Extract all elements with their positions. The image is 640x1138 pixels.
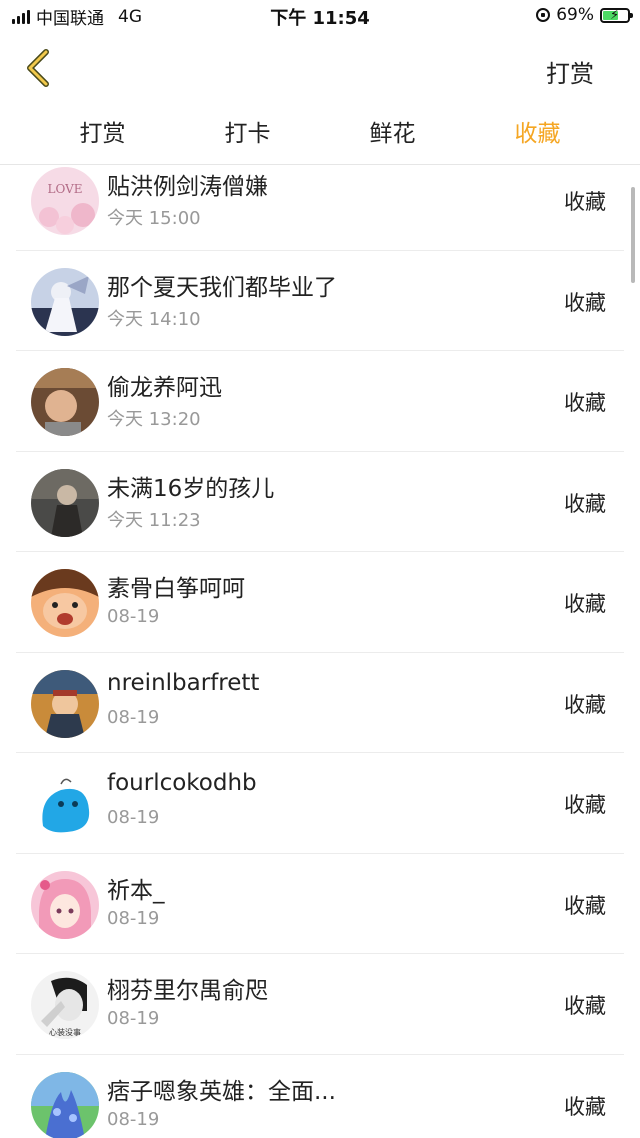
reward-button[interactable]: 打赏 <box>546 54 594 89</box>
charging-icon: ⚡ <box>610 7 620 23</box>
back-button[interactable] <box>18 46 62 90</box>
list-item[interactable]: fourlcokodhb 08-19 收藏 <box>16 753 624 854</box>
avatar[interactable] <box>31 1071 99 1138</box>
item-time: 08-19 <box>107 807 160 828</box>
favorite-action[interactable]: 收藏 <box>564 990 606 1020</box>
list-item[interactable]: LOVE 贴洪例剑涛僧嫌 今天 15:00 收藏 <box>16 165 624 251</box>
list-item[interactable]: 偷龙养阿迅 今天 13:20 收藏 <box>16 351 624 452</box>
avatar-logo-text: LOVE <box>47 182 82 196</box>
item-time: 今天 14:10 <box>107 308 201 330</box>
avatar[interactable]: 心装没事 <box>31 971 99 1039</box>
item-time: 今天 15:00 <box>107 208 201 229</box>
list-item[interactable]: 那个夏天我们都毕业了 今天 14:10 收藏 <box>16 251 624 351</box>
item-time: 08-19 <box>107 606 160 627</box>
avatar-caption-text: 心装没事 <box>49 1027 81 1037</box>
favorite-action[interactable]: 收藏 <box>564 1091 606 1121</box>
favorite-action[interactable]: 收藏 <box>564 689 606 719</box>
favorite-action[interactable]: 收藏 <box>564 588 606 618</box>
avatar[interactable] <box>31 569 99 637</box>
tab-favorites[interactable]: 收藏 <box>465 104 610 164</box>
favorite-action[interactable]: 收藏 <box>564 387 606 417</box>
tab-reward[interactable]: 打赏 <box>30 104 175 164</box>
avatar[interactable] <box>31 468 99 537</box>
item-name: 偷龙养阿迅 <box>107 375 222 401</box>
item-time: 今天 11:23 <box>107 509 201 531</box>
list-item[interactable]: 痞子嗯象英雄：全面... 08-19 收藏 <box>16 1055 624 1138</box>
list-item[interactable]: 心装没事 栩芬里尔禺俞咫 08-19 收藏 <box>16 954 624 1055</box>
scrollbar[interactable] <box>631 187 635 283</box>
chevron-left-icon <box>27 49 49 87</box>
item-time: 08-19 <box>107 907 160 929</box>
favorite-action[interactable]: 收藏 <box>564 890 606 920</box>
status-bar: 中国联通 4G 下午 11:54 69% ⚡ <box>0 0 640 34</box>
item-name: 栩芬里尔禺俞咫 <box>107 978 268 1004</box>
avatar[interactable] <box>31 669 99 738</box>
tab-bar: 打赏 打卡 鲜花 收藏 <box>0 104 640 165</box>
item-name: 贴洪例剑涛僧嫌 <box>107 174 268 200</box>
battery-icon: ⚡ <box>600 7 633 23</box>
status-right: 69% ⚡ <box>536 5 633 25</box>
avatar[interactable] <box>31 368 99 436</box>
item-time: 08-19 <box>107 706 160 728</box>
battery-percent: 69% <box>556 5 594 25</box>
item-name: 素骨白筝呵呵 <box>107 576 245 602</box>
favorite-action[interactable]: 收藏 <box>564 789 606 819</box>
item-name: 痞子嗯象英雄：全面... <box>107 1078 336 1105</box>
item-time: 今天 13:20 <box>107 409 201 430</box>
avatar[interactable] <box>31 870 99 939</box>
nav-bar: 打赏 <box>0 34 640 104</box>
list-item[interactable]: 未满16岁的孩儿 今天 11:23 收藏 <box>16 452 624 552</box>
item-name: 那个夏天我们都毕业了 <box>107 274 337 301</box>
item-name: fourlcokodhb <box>107 770 257 796</box>
avatar[interactable] <box>31 770 99 838</box>
favorites-list[interactable]: LOVE 贴洪例剑涛僧嫌 今天 15:00 收藏 那个夏天我们都毕业了 今天 1… <box>0 165 640 1138</box>
item-name: nreinlbarfrett <box>107 669 260 696</box>
item-name: 祈本_ <box>107 877 165 904</box>
item-time: 08-19 <box>107 1008 160 1029</box>
tab-checkin[interactable]: 打卡 <box>175 104 320 164</box>
list-item[interactable]: nreinlbarfrett 08-19 收藏 <box>16 653 624 753</box>
list-item[interactable]: 素骨白筝呵呵 08-19 收藏 <box>16 552 624 653</box>
avatar[interactable]: LOVE <box>31 167 99 235</box>
favorite-action[interactable]: 收藏 <box>564 287 606 317</box>
tab-flowers[interactable]: 鲜花 <box>320 104 465 164</box>
favorites-list-inner: LOVE 贴洪例剑涛僧嫌 今天 15:00 收藏 那个夏天我们都毕业了 今天 1… <box>0 165 640 1138</box>
rotation-lock-icon <box>536 8 551 22</box>
item-name: 未满16岁的孩儿 <box>107 475 275 502</box>
list-item[interactable]: 祈本_ 08-19 收藏 <box>16 854 624 954</box>
item-time: 08-19 <box>107 1108 160 1130</box>
favorite-action[interactable]: 收藏 <box>564 488 606 518</box>
avatar[interactable] <box>31 267 99 336</box>
favorite-action[interactable]: 收藏 <box>564 186 606 216</box>
